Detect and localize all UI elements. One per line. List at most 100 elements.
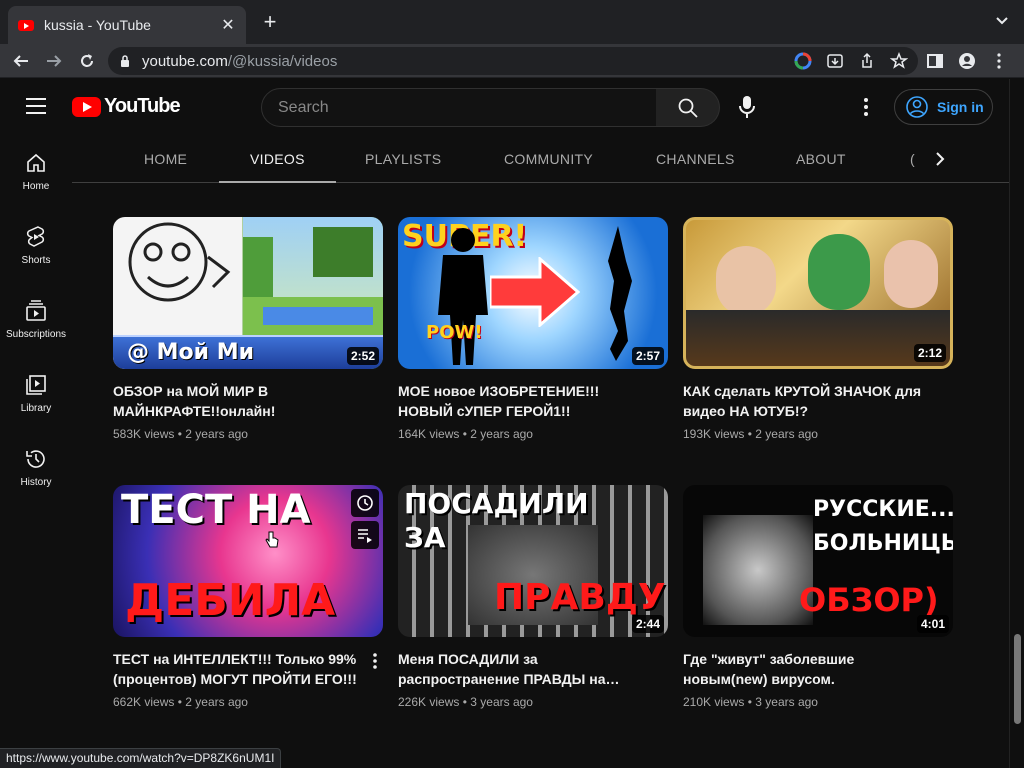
arrow-right-graphic — [490, 257, 580, 327]
video-thumbnail[interactable]: SUPER! POW! 2:57 — [398, 217, 668, 369]
video-meta: 164K views • 2 years ago — [398, 427, 668, 441]
thumb-caption-bottom: ПРАВДУ — [494, 577, 666, 618]
tab-search-partial[interactable]: ( — [910, 151, 915, 167]
chevron-right-icon[interactable] — [928, 147, 952, 171]
meta-separator: • — [462, 695, 467, 709]
address-toolbar: youtube.com/@kussia/videos — [0, 44, 1024, 78]
upload-age: 2 years ago — [185, 427, 248, 441]
youtube-logo[interactable]: YouTube — [72, 95, 181, 118]
duration-badge: 4:01 — [916, 615, 949, 633]
video-title[interactable]: ТЕСТ на ИНТЕЛЛЕКТ!!! Только 99% (процент… — [113, 649, 363, 689]
video-thumbnail[interactable]: РУССКИЕ... БОЛЬНИЦЫ ОБЗОР) 4:01 — [683, 485, 953, 637]
search-box[interactable] — [261, 88, 657, 127]
meta-separator: • — [747, 695, 752, 709]
upload-age: 3 years ago — [470, 695, 533, 709]
settings-more-icon[interactable] — [858, 95, 874, 119]
video-thumbnail[interactable]: ТЕСТ НА ДЕБИЛА — [113, 485, 383, 637]
thumb-caption-top: ТЕСТ НА — [121, 487, 311, 533]
duration-badge: 2:57 — [631, 347, 664, 365]
side-panel-icon[interactable] — [926, 52, 944, 75]
forward-button[interactable] — [43, 50, 65, 72]
new-tab-button[interactable]: + — [258, 10, 282, 34]
bookmark-star-icon[interactable] — [889, 51, 909, 70]
sign-in-button[interactable]: Sign in — [894, 89, 993, 125]
guide-item-subscriptions[interactable]: Subscriptions — [0, 283, 72, 357]
video-title[interactable]: МОЕ новое ИЗОБРЕТЕНИЕ!!! НОВЫЙ сУПЕР ГЕР… — [398, 381, 648, 421]
video-thumbnail[interactable]: 2:12 — [683, 217, 953, 369]
video-card[interactable]: ТЕСТ НА ДЕБИЛА ТЕСТ на ИНТЕЛЛЕКТ!!! Толь… — [113, 485, 383, 709]
browser-tab[interactable]: kussia - YouTube ✕ — [8, 6, 246, 44]
video-card[interactable]: @ Мой Ми 2:52 ОБЗОР на МОЙ МИР В МАЙНКРА… — [113, 217, 383, 441]
tab-playlists[interactable]: PLAYLISTS — [365, 135, 441, 183]
video-meta: 662K views • 2 years ago — [113, 695, 383, 709]
video-action-menu-icon[interactable] — [367, 651, 383, 671]
lock-icon — [121, 55, 129, 67]
reload-button[interactable] — [76, 50, 98, 72]
video-title[interactable]: КАК сделать КРУТОЙ ЗНАЧОК для видео НА Ю… — [683, 381, 933, 421]
share-icon[interactable] — [858, 52, 876, 70]
logo-wordmark: YouTube — [104, 95, 181, 117]
video-title[interactable]: ОБЗОР на МОЙ МИР В МАЙНКРАФТЕ!!онлайн! — [113, 381, 363, 421]
banner: @ Мой Ми — [113, 335, 383, 369]
guide-label: Library — [20, 403, 52, 414]
video-title[interactable]: Меня ПОСАДИЛИ за распространение ПРАВДЫ … — [398, 649, 648, 689]
video-thumbnail[interactable]: @ Мой Ми 2:52 — [113, 217, 383, 369]
mini-guide: Home Shorts Subscriptions Library Histor… — [0, 135, 72, 505]
microphone-icon — [739, 96, 755, 118]
view-count: 583K views — [113, 427, 175, 441]
url-bar[interactable]: youtube.com/@kussia/videos — [108, 47, 918, 75]
channel-tabs: HOME VIDEOS PLAYLISTS COMMUNITY CHANNELS… — [72, 135, 1009, 183]
account-circle-icon — [906, 96, 928, 118]
duration-badge: 2:12 — [913, 344, 946, 362]
search-icon — [678, 98, 698, 118]
upload-age: 3 years ago — [755, 695, 818, 709]
page-scrollbar[interactable] — [1009, 79, 1024, 768]
tab-search-chevron-icon[interactable] — [994, 12, 1010, 28]
view-count: 164K views — [398, 427, 460, 441]
back-button[interactable] — [10, 50, 32, 72]
tab-home[interactable]: HOME — [144, 135, 187, 183]
guide-item-library[interactable]: Library — [0, 357, 72, 431]
upload-age: 2 years ago — [470, 427, 533, 441]
video-meta: 193K views • 2 years ago — [683, 427, 953, 441]
browser-menu-icon[interactable] — [990, 52, 1008, 75]
google-lens-icon[interactable] — [794, 52, 812, 70]
sign-in-label: Sign in — [937, 99, 984, 115]
video-card[interactable]: SUPER! POW! 2:57 МОЕ новое ИЗОБРЕТЕНИЕ!!… — [398, 217, 668, 441]
link-status-bar: https://www.youtube.com/watch?v=DP8ZK6nU… — [0, 748, 282, 768]
video-card[interactable]: ПОСАДИЛИ ЗА ПРАВДУ 2:44 Меня ПОСАДИЛИ за… — [398, 485, 668, 709]
guide-menu-icon[interactable] — [26, 98, 46, 114]
video-title[interactable]: Где "живут" заболевшие новым(new) вирусо… — [683, 649, 933, 689]
search-button[interactable] — [656, 88, 720, 127]
thumb-caption-top: ПОСАДИЛИ ЗА — [404, 487, 589, 554]
tab-channels[interactable]: CHANNELS — [656, 135, 735, 183]
voice-search-button[interactable] — [734, 94, 760, 120]
clock-icon — [357, 495, 373, 511]
tab-videos[interactable]: VIDEOS — [219, 135, 336, 183]
duration-badge: 2:52 — [346, 347, 379, 365]
duration-badge: 2:44 — [631, 615, 664, 633]
url-host: youtube.com — [142, 52, 228, 70]
profile-icon[interactable] — [958, 52, 976, 75]
watch-later-button[interactable] — [351, 489, 379, 517]
scrollbar-thumb[interactable] — [1014, 634, 1021, 724]
search-input[interactable] — [278, 98, 656, 117]
install-app-icon[interactable] — [826, 52, 844, 70]
video-thumbnail[interactable]: ПОСАДИЛИ ЗА ПРАВДУ 2:44 — [398, 485, 668, 637]
video-card[interactable]: РУССКИЕ... БОЛЬНИЦЫ ОБЗОР) 4:01 Где "жив… — [683, 485, 953, 709]
guide-item-history[interactable]: History — [0, 431, 72, 505]
tab-about[interactable]: ABOUT — [796, 135, 846, 183]
guide-item-home[interactable]: Home — [0, 135, 72, 209]
guide-item-shorts[interactable]: Shorts — [0, 209, 72, 283]
video-card[interactable]: 2:12 КАК сделать КРУТОЙ ЗНАЧОК для видео… — [683, 217, 953, 441]
tied-hands — [703, 515, 813, 625]
url-path: /@kussia/videos — [227, 52, 338, 70]
guide-label: Home — [22, 181, 50, 192]
youtube-masthead: YouTube Sign in — [0, 79, 1009, 135]
suits-area — [686, 310, 950, 366]
tab-community[interactable]: COMMUNITY — [504, 135, 593, 183]
silhouette-man — [438, 228, 488, 365]
add-to-queue-button[interactable] — [351, 521, 379, 549]
shorts-icon — [26, 226, 45, 247]
close-tab-icon[interactable]: ✕ — [220, 15, 236, 35]
